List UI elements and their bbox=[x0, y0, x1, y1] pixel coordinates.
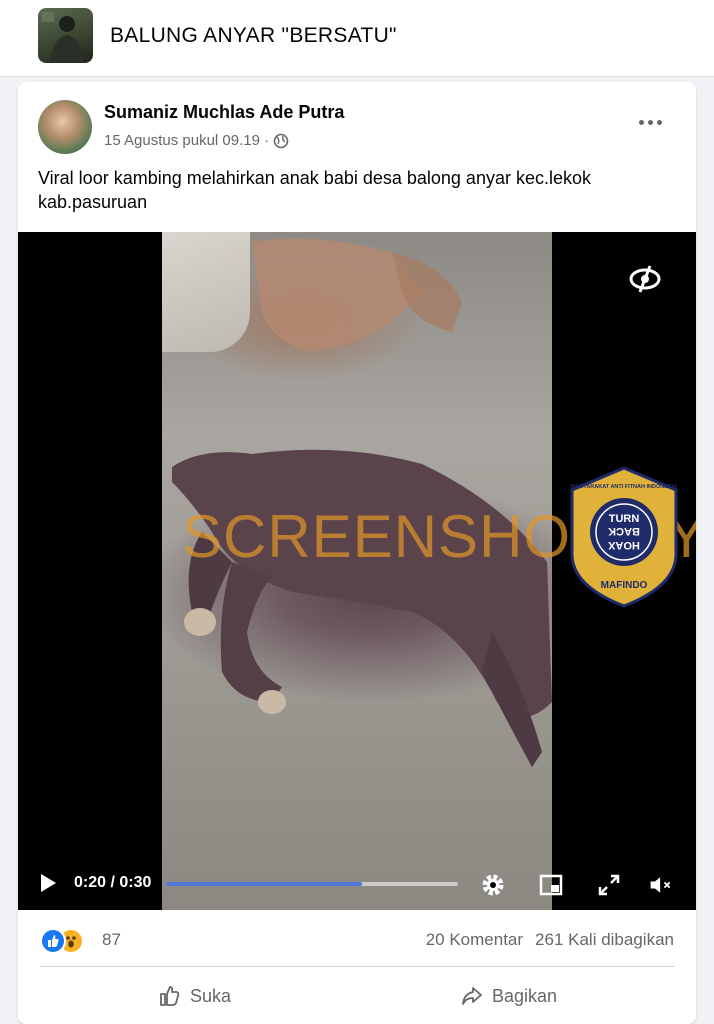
settings-gear-icon[interactable] bbox=[480, 872, 506, 898]
animal-illustration bbox=[172, 238, 552, 767]
play-icon[interactable] bbox=[38, 872, 58, 894]
logo-line2: BACK bbox=[608, 525, 640, 537]
progress-fill bbox=[166, 882, 362, 886]
group-avatar[interactable] bbox=[38, 8, 93, 63]
logo-bottom-text: MAFINDO bbox=[601, 580, 648, 591]
group-title[interactable]: BALUNG ANYAR "BERSATU" bbox=[110, 24, 397, 48]
author-name[interactable]: Sumaniz Muchlas Ade Putra bbox=[104, 102, 344, 123]
author-avatar[interactable] bbox=[38, 100, 92, 154]
person-silhouette-icon bbox=[42, 12, 84, 63]
progress-bar[interactable] bbox=[166, 882, 458, 886]
picture-in-picture-icon[interactable] bbox=[538, 872, 564, 898]
group-header: BALUNG ANYAR "BERSATU" bbox=[0, 0, 714, 77]
more-dot-icon bbox=[656, 119, 662, 125]
engagement-stats: 20 Komentar 261 Kali dibagikan bbox=[426, 930, 674, 950]
video-controls: 0:20 / 0:30 bbox=[18, 860, 696, 910]
post-card: Sumaniz Muchlas Ade Putra 15 Agustus puk… bbox=[18, 82, 696, 1024]
like-label: Suka bbox=[190, 985, 232, 1006]
eye-slash-icon[interactable] bbox=[628, 262, 662, 296]
share-label: Bagikan bbox=[492, 985, 558, 1006]
video-player[interactable]: SCREENSHOT BY TURN BACK HOAX MAFINDO MAS… bbox=[18, 232, 696, 910]
post-stats: 87 20 Komentar 261 Kali dibagikan bbox=[18, 920, 696, 958]
video-frame: SCREENSHOT BY bbox=[162, 232, 696, 910]
volume-muted-icon[interactable] bbox=[648, 872, 674, 898]
share-arrow-icon bbox=[462, 987, 482, 1005]
post-text: Viral loor kambing melahirkan anak babi … bbox=[38, 168, 591, 212]
mafindo-logo: TURN BACK HOAX MAFINDO MASYARAKAT ANTI F… bbox=[570, 466, 678, 608]
divider bbox=[40, 966, 674, 967]
share-button[interactable]: Bagikan bbox=[460, 976, 557, 1016]
video-time: 0:20 / 0:30 bbox=[74, 874, 152, 891]
reaction-count[interactable]: 87 bbox=[102, 930, 121, 950]
more-dot-icon bbox=[647, 119, 653, 125]
post-date[interactable]: 15 Agustus pukul 09.19 · bbox=[104, 132, 269, 149]
more-dot-icon bbox=[638, 119, 644, 125]
logo-line1: TURN bbox=[609, 513, 640, 525]
logo-line3: HOAX bbox=[607, 539, 639, 551]
share-count[interactable]: 261 Kali dibagikan bbox=[535, 930, 674, 950]
post-meta: 15 Agustus pukul 09.19 · bbox=[104, 132, 289, 149]
thumbs-up-icon bbox=[160, 986, 180, 1006]
logo-top-text: MASYARAKAT ANTI FITNAH INDONESIA bbox=[571, 484, 677, 490]
fullscreen-icon[interactable] bbox=[596, 872, 622, 898]
more-options-button[interactable] bbox=[630, 108, 670, 136]
like-reaction-icon bbox=[40, 928, 66, 954]
comment-count[interactable]: 20 Komentar bbox=[426, 930, 523, 950]
like-button[interactable]: Suka bbox=[158, 976, 231, 1016]
globe-icon bbox=[273, 133, 289, 148]
